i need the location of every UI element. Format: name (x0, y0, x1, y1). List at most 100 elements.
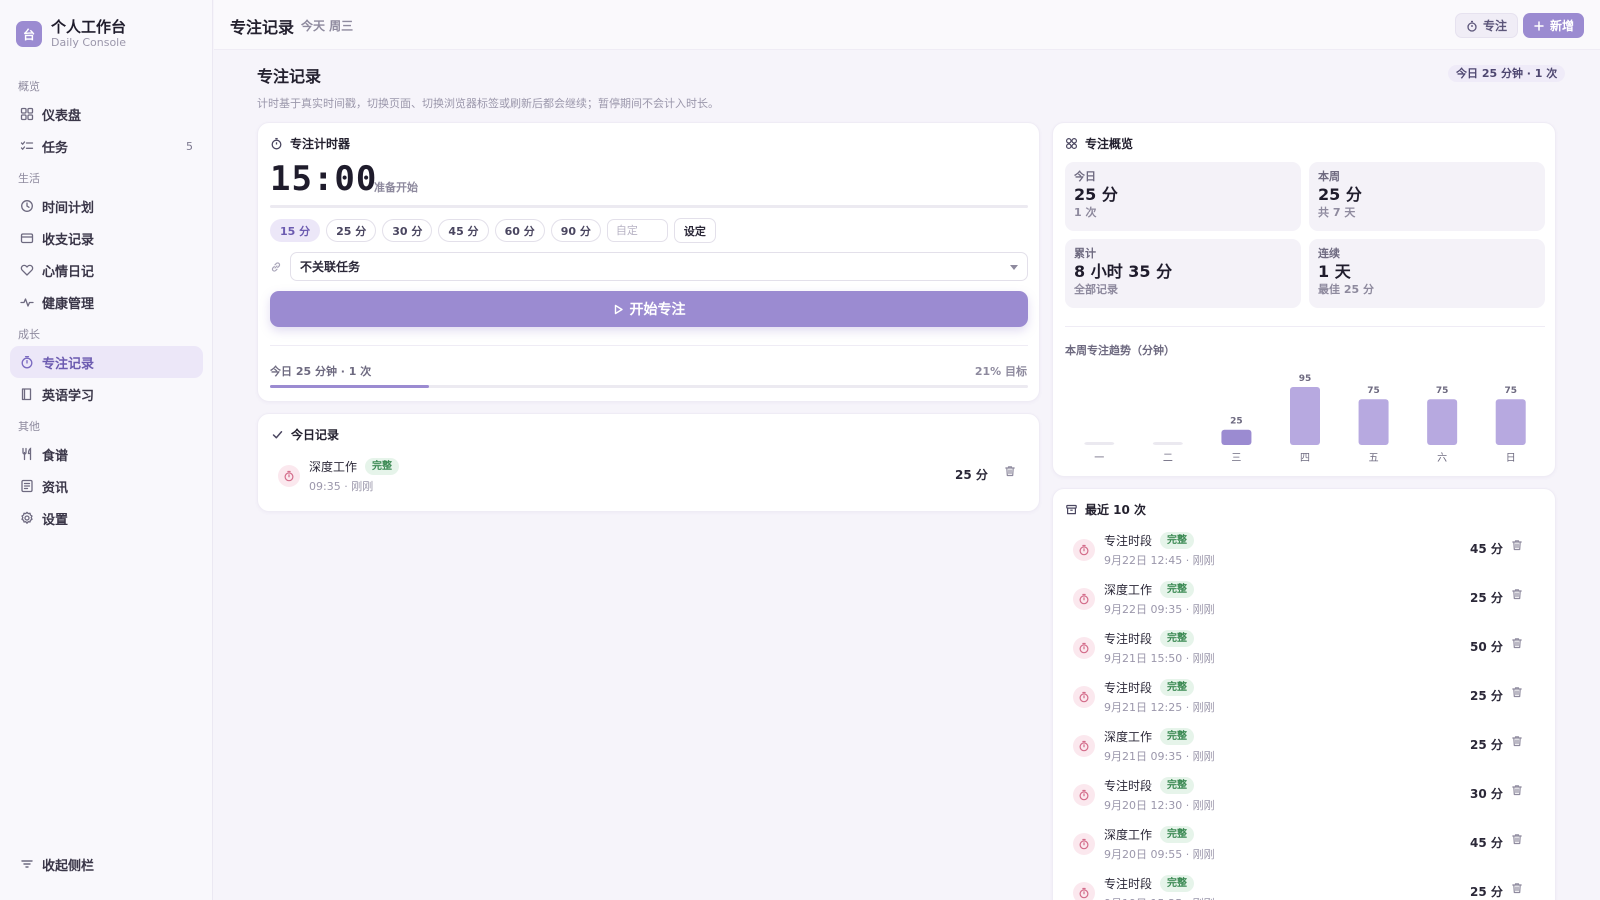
sidebar-item[interactable]: 设置 (10, 502, 203, 534)
record-meta: 9月22日 09:35 · 刚刚 (1104, 603, 1215, 616)
chart-tick-label: 二 (1163, 453, 1173, 464)
sidebar-item-label: 心情日记 (42, 264, 95, 280)
record-duration: 45 分 (1470, 836, 1503, 850)
list-item[interactable]: 专注时段 完整 9月20日 12:30 · 刚刚 (1073, 777, 1215, 813)
trash-icon[interactable] (1511, 637, 1523, 649)
trash-icon[interactable] (1511, 686, 1523, 698)
trash-icon[interactable] (1004, 465, 1016, 477)
stat-label: 累计 (1074, 247, 1096, 260)
trash-icon[interactable] (1511, 882, 1523, 894)
page-description: 计时基于真实时间戳，切换页面、切换浏览器标签或刷新后都会继续；暂停期间不会计入时… (257, 97, 719, 110)
stat-tile: 本周 25 分共 7 天 (1309, 162, 1545, 231)
status-badge: 完整 (365, 458, 400, 475)
record-name-line: 专注时段 完整 (1104, 777, 1215, 794)
record-duration: 50 分 (1470, 640, 1503, 654)
task-select-value: 不关联任务 (300, 260, 361, 274)
goal-progress-fill (270, 385, 430, 388)
sidebar-item[interactable]: 时间计划 (10, 190, 203, 222)
duration-preset-chip[interactable]: 25 分 (326, 219, 377, 242)
stat-sub: 共 7 天 (1318, 206, 1356, 219)
record-duration: 45 分 (1470, 542, 1503, 556)
chart-bar (1084, 442, 1115, 445)
record-duration: 30 分 (1470, 787, 1503, 801)
duration-preset-chip[interactable]: 90 分 (550, 219, 601, 242)
sidebar-item[interactable]: 收支记录 (10, 222, 203, 254)
dashboard-icon (20, 107, 34, 121)
chart-tick-label: 五 (1369, 453, 1379, 464)
list-item[interactable]: 专注时段 完整 9月21日 15:50 · 刚刚 (1073, 630, 1215, 666)
list-item[interactable]: 深度工作 完整 9月20日 09:55 · 刚刚 (1073, 826, 1215, 862)
sidebar-item[interactable]: 食谱 (10, 438, 203, 470)
filter-icon (20, 857, 34, 871)
record-name: 深度工作 (1104, 730, 1153, 744)
start-focus-button[interactable]: 开始专注 (270, 291, 1028, 327)
duration-preset-chip[interactable]: 30 分 (382, 219, 433, 242)
trash-icon[interactable] (1511, 784, 1523, 796)
sidebar-item[interactable]: 任务 5 (10, 130, 203, 162)
overview-header: 专注概览 (1065, 135, 1133, 152)
chart-bar (1358, 399, 1389, 445)
brand[interactable]: 台 个人工作台 Daily Console (16, 18, 126, 50)
pulse-icon (20, 295, 34, 309)
stat-label: 本周 (1318, 170, 1340, 183)
sidebar-item-label: 设置 (42, 512, 69, 528)
recent-sessions-card: 最近 10 次 专注时段 完整 9月22日 12:45 · 刚刚 45 分深度工作 完整… (1052, 488, 1556, 900)
list-item[interactable]: 深度工作 完整 9月22日 09:35 · 刚刚 (1073, 581, 1215, 617)
trash-icon[interactable] (1511, 539, 1523, 551)
timer-record-icon (1073, 637, 1095, 659)
trash-icon[interactable] (1511, 588, 1523, 600)
custom-duration-input[interactable] (606, 219, 668, 242)
list-item[interactable]: 深度工作 完整 9月21日 09:35 · 刚刚 (1073, 728, 1215, 764)
check-icon (272, 431, 283, 439)
collapse-sidebar-button[interactable]: 收起侧栏 (10, 848, 203, 880)
news-icon (20, 479, 34, 493)
status-badge: 完整 (1160, 728, 1195, 745)
record-meta: 9月21日 12:25 · 刚刚 (1104, 701, 1215, 714)
set-duration-button[interactable]: 设定 (673, 218, 716, 243)
record-meta: 9月20日 12:30 · 刚刚 (1104, 799, 1215, 812)
header-add-button[interactable]: 新增 (1523, 13, 1585, 38)
status-badge: 完整 (1160, 679, 1195, 696)
record-name: 深度工作 (309, 460, 358, 474)
list-item[interactable]: 专注时段 完整 9月22日 12:45 · 刚刚 (1073, 532, 1215, 568)
sidebar-item[interactable]: 仪表盘 (10, 98, 203, 130)
list-item[interactable]: 专注时段 完整 9月21日 12:25 · 刚刚 (1073, 679, 1215, 715)
chart-tick-label: 六 (1437, 452, 1447, 464)
duration-preset-chip[interactable]: 45 分 (438, 219, 489, 242)
stat-value: 25 分 (1074, 185, 1118, 204)
chart-tick-label: 一 (1094, 453, 1104, 464)
goal-readout: 21% 目标 (975, 363, 1027, 379)
recent-title: 最近 10 次 (1085, 503, 1147, 517)
stat-value: 25 分 (1318, 185, 1362, 204)
chart-tick-label: 四 (1300, 453, 1310, 464)
duration-preset-chip[interactable]: 60 分 (494, 219, 545, 242)
chart-bar (1427, 399, 1458, 445)
chart-bar (1221, 429, 1252, 445)
record-name-line: 专注时段 完整 (1104, 532, 1215, 549)
record-name-line: 深度工作 完整 (1104, 728, 1215, 745)
trash-icon[interactable] (1511, 735, 1523, 747)
list-item[interactable]: 深度工作 完整 09:35 · 刚刚 (278, 458, 400, 494)
goal-percent: 21% (974, 365, 1002, 378)
nav-section-label: 生活 (18, 172, 40, 185)
header-focus-button[interactable]: 专注 (1455, 13, 1519, 38)
top-header: 专注记录 今天 周三 专注 新增 (214, 0, 1600, 50)
link-icon (270, 261, 282, 273)
header-title: 专注记录 (230, 18, 295, 37)
trash-icon[interactable] (1511, 833, 1523, 845)
timer-record-icon (1073, 588, 1095, 610)
chart-bar (1495, 399, 1526, 445)
sidebar-item[interactable]: 英语学习 (10, 378, 203, 410)
task-select[interactable]: 不关联任务 (290, 252, 1028, 281)
list-item[interactable]: 专注时段完整 9月19日 15:25 · 刚刚 (1073, 875, 1215, 900)
duration-preset-chip[interactable]: 15 分 (270, 219, 321, 242)
goal-label: 目标 (1005, 365, 1027, 378)
sidebar-item[interactable]: 健康管理 (10, 286, 203, 318)
sidebar-item[interactable]: 资讯 (10, 470, 203, 502)
status-badge: 完整 (1160, 875, 1195, 892)
recent-header: 最近 10 次 (1065, 501, 1146, 518)
record-name-line: 专注时段 完整 (1104, 679, 1215, 696)
sidebar-item[interactable]: 心情日记 (10, 254, 203, 286)
stat-tile: 累计 8 小时 35 分全部记录 (1065, 239, 1301, 308)
sidebar-item[interactable]: 专注记录 (10, 346, 203, 378)
